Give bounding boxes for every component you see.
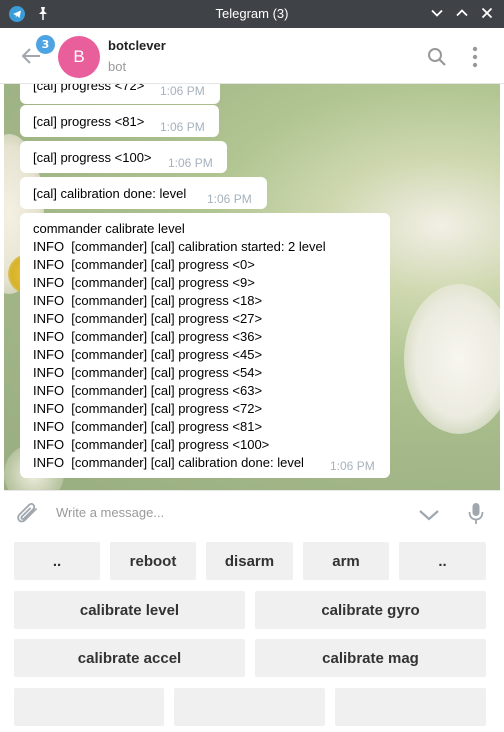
message-bubble[interactable]: [cal] progress <72> 1:06 PM: [20, 84, 220, 104]
keyboard-button[interactable]: [174, 688, 325, 726]
peer-status: bot: [108, 59, 127, 74]
calibrate-mag-button[interactable]: calibrate mag: [255, 639, 486, 677]
message-text: [cal] progress <81>: [33, 114, 145, 129]
keyboard-button[interactable]: ..: [399, 542, 486, 580]
message-time: 1:06 PM: [160, 84, 205, 98]
calibrate-gyro-button[interactable]: calibrate gyro: [255, 591, 486, 629]
calibrate-accel-button[interactable]: calibrate accel: [14, 639, 245, 677]
message-bubble[interactable]: [cal] progress <81> 1:06 PM: [20, 105, 219, 137]
window-title: Telegram (3): [215, 6, 289, 21]
window-titlebar: Telegram (3): [0, 0, 504, 28]
message-text: commander calibrate level INFO [commande…: [33, 221, 326, 473]
bot-keyboard: .. reboot disarm arm .. calibrate level …: [4, 536, 500, 732]
chat-header: 3 B botclever bot: [0, 28, 504, 84]
message-line: commander calibrate level: [33, 221, 185, 236]
keyboard-button[interactable]: [14, 688, 164, 726]
message-line: INFO [commander] [cal] progress <54>: [33, 365, 263, 380]
more-vertical-icon[interactable]: [470, 46, 480, 68]
message-line: INFO [commander] [cal] progress <9>: [33, 275, 255, 290]
keyboard-button[interactable]: ..: [14, 542, 100, 580]
disarm-button[interactable]: disarm: [206, 542, 293, 580]
message-line: INFO [commander] [cal] progress <0>: [33, 257, 255, 272]
message-text: [cal] progress <100>: [33, 150, 152, 165]
message-bubble[interactable]: [cal] calibration done: level 1:06 PM: [20, 177, 267, 209]
message-line: INFO [commander] [cal] progress <36>: [33, 329, 263, 344]
message-line: INFO [commander] [cal] calibration start…: [33, 239, 326, 254]
message-bubble[interactable]: commander calibrate level INFO [commande…: [20, 213, 390, 478]
message-text: [cal] calibration done: level: [33, 186, 187, 201]
message-line: INFO [commander] [cal] calibration done:…: [33, 455, 304, 470]
message-time: 1:06 PM: [330, 459, 375, 473]
message-composer: Write a message...: [4, 490, 500, 536]
message-line: INFO [commander] [cal] progress <81>: [33, 419, 263, 434]
message-bubble[interactable]: [cal] progress <100> 1:06 PM: [20, 141, 227, 173]
unread-badge: 3: [36, 35, 55, 54]
minimize-icon[interactable]: [430, 6, 444, 20]
chevron-down-icon[interactable]: [418, 508, 440, 522]
calibrate-level-button[interactable]: calibrate level: [14, 591, 245, 629]
message-time: 1:06 PM: [160, 120, 205, 134]
microphone-icon[interactable]: [468, 502, 484, 526]
reboot-button[interactable]: reboot: [110, 542, 196, 580]
close-icon[interactable]: [480, 6, 494, 20]
message-line: INFO [commander] [cal] progress <63>: [33, 383, 263, 398]
message-line: INFO [commander] [cal] progress <100>: [33, 437, 270, 452]
message-line: INFO [commander] [cal] progress <72>: [33, 401, 263, 416]
message-line: INFO [commander] [cal] progress <27>: [33, 311, 263, 326]
keyboard-button[interactable]: [335, 688, 486, 726]
message-input[interactable]: Write a message...: [56, 505, 164, 520]
arm-button[interactable]: arm: [303, 542, 389, 580]
peer-name[interactable]: botclever: [108, 38, 166, 53]
message-line: INFO [commander] [cal] progress <45>: [33, 347, 263, 362]
paperclip-icon[interactable]: [16, 502, 42, 526]
avatar[interactable]: B: [58, 36, 100, 78]
search-icon[interactable]: [427, 47, 447, 67]
message-text: [cal] progress <72>: [33, 84, 145, 93]
message-time: 1:06 PM: [207, 192, 252, 206]
chat-history[interactable]: [cal] progress <72> 1:06 PM [cal] progre…: [4, 84, 500, 490]
message-line: INFO [commander] [cal] progress <18>: [33, 293, 263, 308]
maximize-icon[interactable]: [455, 6, 469, 20]
message-time: 1:06 PM: [168, 156, 213, 170]
